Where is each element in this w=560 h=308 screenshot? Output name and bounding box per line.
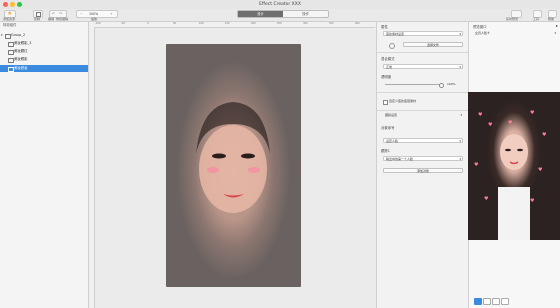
preview-title: 预览窗口 <box>473 25 487 29</box>
ruler-tick-label: 100 <box>199 22 204 25</box>
ruler-tick-label: 150 <box>225 22 230 25</box>
ruler-tick-label: 0 <box>147 22 149 25</box>
ruler-tick-label: 300 <box>303 22 308 25</box>
tab-design[interactable]: 设计 <box>238 11 283 17</box>
opacity-value[interactable]: 100% <box>447 82 456 86</box>
undo-icon: ↶ <box>52 11 56 16</box>
layer-item-selected[interactable]: 美妆底妆 <box>0 65 88 72</box>
star-icon: ★ <box>7 10 13 17</box>
zoom-label: 缩放 <box>91 17 98 21</box>
image-icon[interactable] <box>483 298 491 305</box>
layer-label: 美妆眼影 <box>14 57 28 61</box>
ruler-tick-label: 400 <box>355 22 360 25</box>
portrait-illustration <box>498 134 530 240</box>
tab-operate[interactable]: 操作 <box>283 11 328 17</box>
tracking-settings-label: 跟踪设置 <box>385 113 398 117</box>
chevron-down-icon: ▾ <box>459 139 461 143</box>
mode-segmented-control[interactable]: 设计 操作 <box>237 10 329 18</box>
custom-checkbox[interactable] <box>383 100 388 105</box>
face-source-value: 全员人脸⑤ <box>475 31 490 35</box>
toolbar: ★ 添加资源 复制 ↶ ↷ 撤销 恢复撤销 − 100% + 缩放 设计 操作 … <box>0 9 560 22</box>
tracking-target-value: 设定人脸 <box>386 139 399 143</box>
collapse-icon[interactable]: ▸ <box>556 23 558 28</box>
add-object-button[interactable]: 添加对象 <box>383 168 463 173</box>
layer-item[interactable]: 美妆眼影 <box>0 56 88 63</box>
face-makeup-select[interactable]: 底妆素材设置 ▾ <box>383 31 463 36</box>
redo-icon: ↷ <box>59 11 63 16</box>
ruler-tick-label: -50 <box>121 22 125 25</box>
layer-label: 美妆眼影_3 <box>14 41 32 45</box>
face-illustration <box>196 102 270 213</box>
add-resource-label: 添加资源 <box>3 17 16 21</box>
chevron-down-icon: ▾ <box>459 65 461 69</box>
properties-panel: 属性 底妆素材设置 ▾ 选择文件 混合模式 正常 ▾ 透明度 100% 自定义底… <box>376 22 468 308</box>
layer-label: Group_2 <box>11 33 26 37</box>
divider <box>377 110 468 111</box>
camera-icon[interactable] <box>474 298 482 305</box>
follow-label: 跟踪1 <box>381 149 390 153</box>
ruler-tick-label: 50 <box>173 22 177 25</box>
tools-label: 工具 <box>533 17 540 21</box>
canvas-face-image[interactable] <box>166 44 301 287</box>
undo-label: 撤销 <box>48 17 55 21</box>
live-preview-label: 实时预览 <box>506 17 519 21</box>
divider <box>377 92 468 93</box>
copy-label: 复制 <box>34 17 41 21</box>
blend-mode-value: 正常 <box>386 65 393 69</box>
ruler-tick-label: 200 <box>251 22 256 25</box>
ruler-tick-label: 350 <box>329 22 334 25</box>
custom-checkbox-label: 自定义底妆底层素材 <box>389 99 417 103</box>
image-thumbnail-icon <box>389 43 395 49</box>
follow-select[interactable]: 输出中的第一个人脸 ▾ <box>383 156 463 161</box>
face-makeup-value: 底妆素材设置 <box>386 32 405 36</box>
help-label: 帮助 <box>548 17 555 21</box>
tracking-target-select[interactable]: 设定人脸 ▾ <box>383 138 463 143</box>
select-file-button[interactable]: 选择文件 <box>403 42 463 47</box>
opacity-label: 透明度 <box>381 75 392 79</box>
record-icon[interactable] <box>501 298 509 305</box>
layer-item[interactable]: 美妆眼影_3 <box>0 40 88 47</box>
slider-thumb[interactable] <box>439 82 444 88</box>
zoom-in-icon[interactable]: + <box>110 11 113 17</box>
blend-mode-select[interactable]: 正常 ▾ <box>383 64 463 69</box>
zoom-out-icon[interactable]: − <box>80 11 83 17</box>
layer-item-group[interactable]: ▾ Group_2 <box>0 32 88 39</box>
layer-label: 美妆腮红 <box>14 49 28 53</box>
tracking-target-label: 对象序号 <box>381 126 395 130</box>
disclosure-icon[interactable]: ▾ <box>1 32 3 39</box>
layer-panel-header: 特效组件 <box>3 23 17 27</box>
opacity-slider[interactable] <box>385 82 444 88</box>
face-source-select[interactable]: 全员人脸⑤ ▾ <box>473 31 557 36</box>
blend-mode-label: 混合模式 <box>381 57 395 61</box>
chevron-down-icon: ▾ <box>460 113 462 117</box>
layer-item[interactable]: 美妆腮红 <box>0 48 88 55</box>
layer-panel: 特效组件 ▾ Group_2 美妆眼影_3 美妆腮红 美妆眼影 美妆底妆 <box>0 22 89 308</box>
chevron-down-icon: ▾ <box>459 157 461 161</box>
follow-value: 输出中的第一个人脸 <box>386 157 414 161</box>
chevron-down-icon: ▾ <box>554 31 556 35</box>
preview-image[interactable]: ♥ ♥ ♥ ♥ ♥ ♥ ♥ ♥ ♥ <box>468 92 560 240</box>
properties-title: 属性 <box>381 25 388 29</box>
ruler-tick-label: 250 <box>277 22 282 25</box>
divider <box>377 52 468 53</box>
redo-label: 恢复撤销 <box>56 17 69 21</box>
window-title: Effect Creator XXX <box>259 2 301 7</box>
tracking-settings-select[interactable]: 跟踪设置 ▾ <box>383 113 463 118</box>
video-icon[interactable] <box>492 298 500 305</box>
chevron-down-icon: ▾ <box>459 32 461 36</box>
ruler-tick-label: -100 <box>95 22 101 25</box>
title-bar: Effect Creator XXX <box>0 0 560 9</box>
layer-label: 美妆底妆 <box>14 66 28 70</box>
